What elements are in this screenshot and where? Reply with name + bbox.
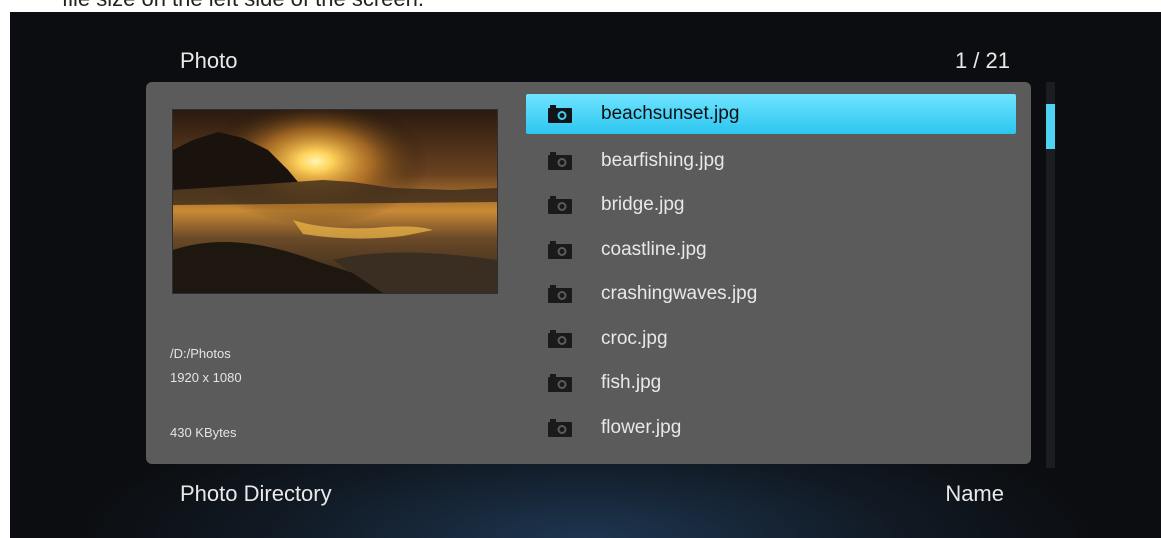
file-name: crashingwaves.jpg	[601, 283, 758, 305]
media-player-screen: Photo 1 / 21 /D:/Photos 1920 x 1080 430 …	[10, 12, 1161, 538]
file-list-item[interactable]: beachsunset.jpg	[526, 94, 1016, 134]
page-title: Photo	[180, 48, 238, 73]
file-size: 430 KBytes	[170, 425, 237, 440]
camera-icon	[548, 196, 572, 215]
camera-icon	[548, 374, 572, 393]
file-name: bridge.jpg	[601, 194, 685, 216]
scrollbar[interactable]	[1046, 82, 1055, 468]
file-name: bearfishing.jpg	[601, 149, 725, 171]
file-name: croc.jpg	[601, 327, 668, 349]
camera-icon	[548, 105, 572, 123]
scrollbar-thumb[interactable]	[1046, 104, 1055, 149]
sort-label: Name	[945, 481, 1004, 506]
file-list: beachsunset.jpg bearfishing.jpg bridge.jpg…	[526, 94, 1016, 450]
caption-strip: file size on the left side of the screen…	[0, 0, 1161, 12]
file-name: fish.jpg	[601, 372, 662, 394]
caption-text: file size on the left side of the screen…	[62, 0, 424, 12]
file-list-item[interactable]: bridge.jpg	[526, 183, 1016, 228]
photo-preview	[172, 109, 498, 294]
page-counter: 1 / 21	[954, 48, 1010, 73]
file-list-item[interactable]: crashingwaves.jpg	[526, 272, 1016, 317]
file-name: beachsunset.jpg	[601, 103, 740, 124]
file-list-item[interactable]: bearfishing.jpg	[526, 139, 1016, 184]
camera-icon	[548, 285, 572, 304]
file-list-item[interactable]: coastline.jpg	[526, 228, 1016, 273]
file-list-item[interactable]: flower.jpg	[526, 406, 1016, 451]
file-name: flower.jpg	[601, 416, 682, 438]
camera-icon	[548, 329, 572, 348]
footer-section-label: Photo Directory	[180, 481, 332, 506]
camera-icon	[548, 418, 572, 437]
file-name: coastline.jpg	[601, 238, 707, 260]
camera-icon	[548, 151, 572, 170]
folder-path: /D:/Photos	[170, 346, 231, 361]
image-resolution: 1920 x 1080	[170, 370, 242, 385]
file-list-item[interactable]: croc.jpg	[526, 317, 1016, 362]
camera-icon	[548, 240, 572, 259]
file-list-item[interactable]: fish.jpg	[526, 361, 1016, 406]
browser-panel: /D:/Photos 1920 x 1080 430 KBytes beachs…	[146, 82, 1031, 464]
